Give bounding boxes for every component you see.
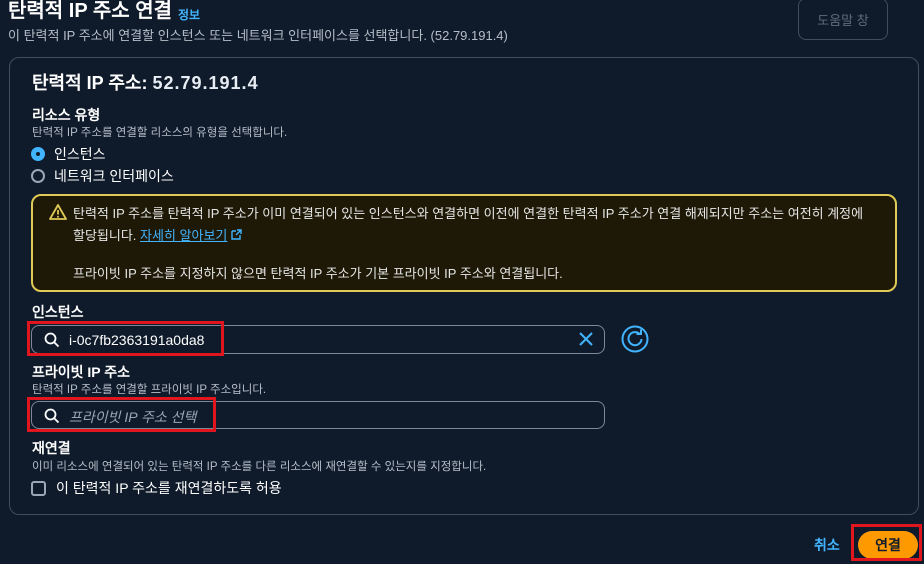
resource-type-description: 탄력적 IP 주소를 연결할 리소스의 유형을 선택합니다. [32,127,288,139]
learn-more-link[interactable]: 자세히 알아보기 [140,228,227,243]
reassociation-checkbox-label: 이 탄력적 IP 주소를 재연결하도록 허용 [56,480,282,496]
panel-title: 탄력적 IP 주소: 52.79.191.4 [32,69,259,95]
highlight-instance [27,321,224,356]
resource-type-label: 리소스 유형 [32,107,101,123]
help-panel-button[interactable]: 도움말 창 [798,0,888,40]
radio-network-interface[interactable]: 네트워크 인터페이스 [31,166,174,186]
panel-title-prefix: 탄력적 IP 주소: [32,73,153,93]
radio-selected-icon[interactable] [31,147,45,161]
instance-label: 인스턴스 [32,304,84,320]
info-link[interactable]: 정보 [178,6,200,23]
association-panel: 탄력적 IP 주소: 52.79.191.4 리소스 유형 탄력적 IP 주소를… [9,57,919,515]
private-ip-label: 프라이빗 IP 주소 [32,364,131,380]
cancel-button[interactable]: 취소 [814,535,840,555]
checkbox-icon[interactable] [31,480,46,496]
clear-icon[interactable] [578,331,594,347]
external-link-icon [231,229,242,240]
warning-text-secondary: 프라이빗 IP 주소를 지정하지 않으면 탄력적 IP 주소가 기본 프라이빗 … [73,266,563,281]
radio-network-interface-label: 네트워크 인터페이스 [54,168,174,184]
radio-instance[interactable]: 인스턴스 [31,144,106,164]
warning-text: 탄력적 IP 주소를 탄력적 IP 주소가 이미 연결되어 있는 인스턴스와 연… [73,203,873,247]
reassociation-checkbox[interactable]: 이 탄력적 IP 주소를 재연결하도록 허용 [31,478,282,498]
radio-instance-label: 인스턴스 [54,146,106,162]
warning-icon [49,204,67,220]
panel-title-ip: 52.79.191.4 [152,73,259,93]
page-title: 탄력적 IP 주소 연결 [8,0,173,22]
warning-alert: 탄력적 IP 주소를 탄력적 IP 주소가 이미 연결되어 있는 인스턴스와 연… [31,194,897,292]
reassociation-label: 재연결 [32,440,71,456]
page-description: 이 탄력적 IP 주소에 연결할 인스턴스 또는 네트워크 인터페이스를 선택합… [8,28,508,43]
refresh-icon[interactable] [621,325,649,353]
highlight-private-ip [27,397,216,432]
highlight-connect [851,524,922,561]
radio-unselected-icon[interactable] [31,169,45,183]
reassociation-description: 이미 리소스에 연결되어 있는 탄력적 IP 주소를 다른 리소스에 재연결할 … [32,461,487,473]
private-ip-description: 탄력적 IP 주소를 연결할 프라이빗 IP 주소입니다. [32,384,267,396]
